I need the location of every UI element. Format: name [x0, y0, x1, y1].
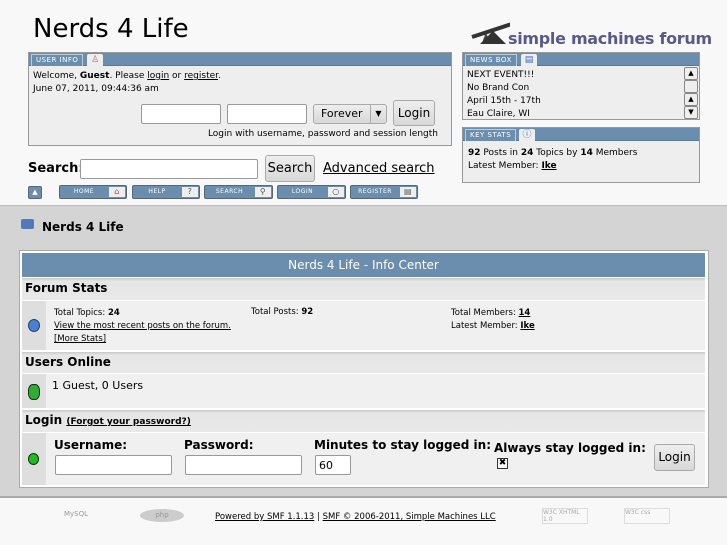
site-title: Nerds 4 Life [33, 14, 189, 44]
recent-posts-link[interactable]: View the most recent posts on the forum. [54, 321, 231, 331]
login-row: Username: Password: Minutes to stay logg… [22, 433, 705, 485]
login-heading: Login (Forgot your password?) [22, 410, 705, 432]
news-text: NEXT EVENT!!! No Brand Con April 15th - 17… [467, 70, 541, 119]
session-length-select[interactable]: Forever ▼ [313, 104, 387, 124]
info-center-title: Nerds 4 Life - Info Center [22, 253, 705, 277]
key-stats-tab: KEY STATS [465, 129, 517, 141]
minutes-input[interactable]: 60 [315, 455, 351, 475]
scroll-up-button[interactable]: ▲ [684, 93, 698, 106]
chevron-down-icon: ▼ [370, 105, 386, 123]
total-members-link[interactable]: 14 [519, 308, 531, 318]
nav-home[interactable]: HOME ⌂ [59, 185, 127, 199]
css-badge[interactable]: W3C css [624, 508, 670, 524]
smf-logo: simple machines forum [470, 15, 712, 50]
welcome-text: Welcome, Guest. Please login or register… [33, 71, 221, 94]
register-icon: ▤ [400, 187, 416, 197]
scrollbar-thumb[interactable] [684, 80, 698, 93]
user-info-tab: USER INFO [31, 54, 84, 66]
collapse-header-button[interactable]: ▲ [28, 186, 42, 199]
info-icon: ⓘ [519, 129, 535, 141]
copyright-link[interactable]: SMF © 2006-2011, Simple Machines LLC [323, 512, 496, 522]
search-input[interactable] [80, 159, 258, 179]
scroll-down-button[interactable]: ▼ [684, 106, 698, 119]
latest-member-link[interactable]: Ike [541, 161, 556, 171]
nav-register[interactable]: REGISTER ▤ [350, 185, 418, 199]
more-stats-link[interactable]: [More Stats] [54, 334, 106, 344]
search-label: Search: [28, 161, 84, 176]
always-logged-in-checkbox[interactable]: ✖ [497, 458, 508, 469]
forgot-password-link[interactable]: (Forgot your password?) [66, 417, 191, 427]
nav-login[interactable]: LOGIN ○ [277, 185, 346, 199]
latest-member-link-2[interactable]: Ike [520, 321, 534, 331]
news-box-tab: NEWS BOX [465, 54, 517, 66]
key-stats-box: KEY STATS ⓘ 92 Posts in 24 Topics by 14 … [462, 127, 700, 183]
folder-icon [21, 219, 34, 229]
breadcrumb-link[interactable]: Nerds 4 Life [42, 220, 124, 234]
search-icon: ⚲ [255, 187, 271, 197]
status-dot-icon [28, 453, 39, 465]
powered-by-link[interactable]: Powered by SMF 1.1.13 [215, 512, 314, 522]
users-online-icon [28, 384, 40, 400]
nav-help[interactable]: HELP? [132, 185, 200, 199]
key-stats-text: 92 Posts in 24 Topics by 14 Members Late… [468, 148, 638, 171]
username-input[interactable] [141, 104, 221, 124]
login-button[interactable]: Login [393, 100, 435, 126]
login-hint: Login with username, password and sessio… [207, 129, 438, 139]
php-badge: php [140, 509, 184, 522]
users-online-row: 1 Guest, 0 Users [22, 374, 705, 408]
info-icon [28, 319, 40, 332]
login-password-input[interactable] [185, 455, 302, 475]
forum-stats-heading: Forum Stats [22, 278, 705, 300]
scroll-top-button[interactable]: ▲ [684, 67, 698, 80]
forum-stats-row: Total Topics: 24 View the most recent po… [22, 301, 705, 350]
user-icon: ♙ [87, 54, 103, 66]
login-link[interactable]: login [147, 71, 169, 81]
login-submit-button[interactable]: Login [654, 444, 695, 471]
login-username-input[interactable] [55, 455, 172, 475]
seesaw-icon [471, 22, 510, 44]
lightbulb-icon: ○ [328, 187, 344, 197]
mysql-badge: MySQL [64, 510, 89, 518]
help-icon: ? [182, 187, 198, 197]
datetime: June 07, 2011, 09:44:36 am [33, 84, 159, 94]
password-input[interactable] [227, 104, 307, 124]
home-icon: ⌂ [109, 187, 125, 197]
search-button[interactable]: Search [265, 155, 315, 182]
nav-search[interactable]: SEARCH ⚲ [204, 185, 273, 199]
news-icon: ▤ [521, 54, 537, 66]
register-link[interactable]: register [184, 71, 218, 81]
news-box: NEWS BOX ▤ NEXT EVENT!!! No Brand Con Apri… [462, 52, 700, 120]
users-online-heading: Users Online [22, 352, 705, 373]
user-info-box: USER INFO ♙ Welcome, Guest. Please login… [28, 52, 452, 146]
footer-text: Powered by SMF 1.1.13 | SMF © 2006-2011,… [215, 512, 496, 522]
xhtml-badge[interactable]: W3C XHTML 1.0 [542, 508, 588, 524]
advanced-search-link[interactable]: Advanced search [323, 161, 435, 176]
